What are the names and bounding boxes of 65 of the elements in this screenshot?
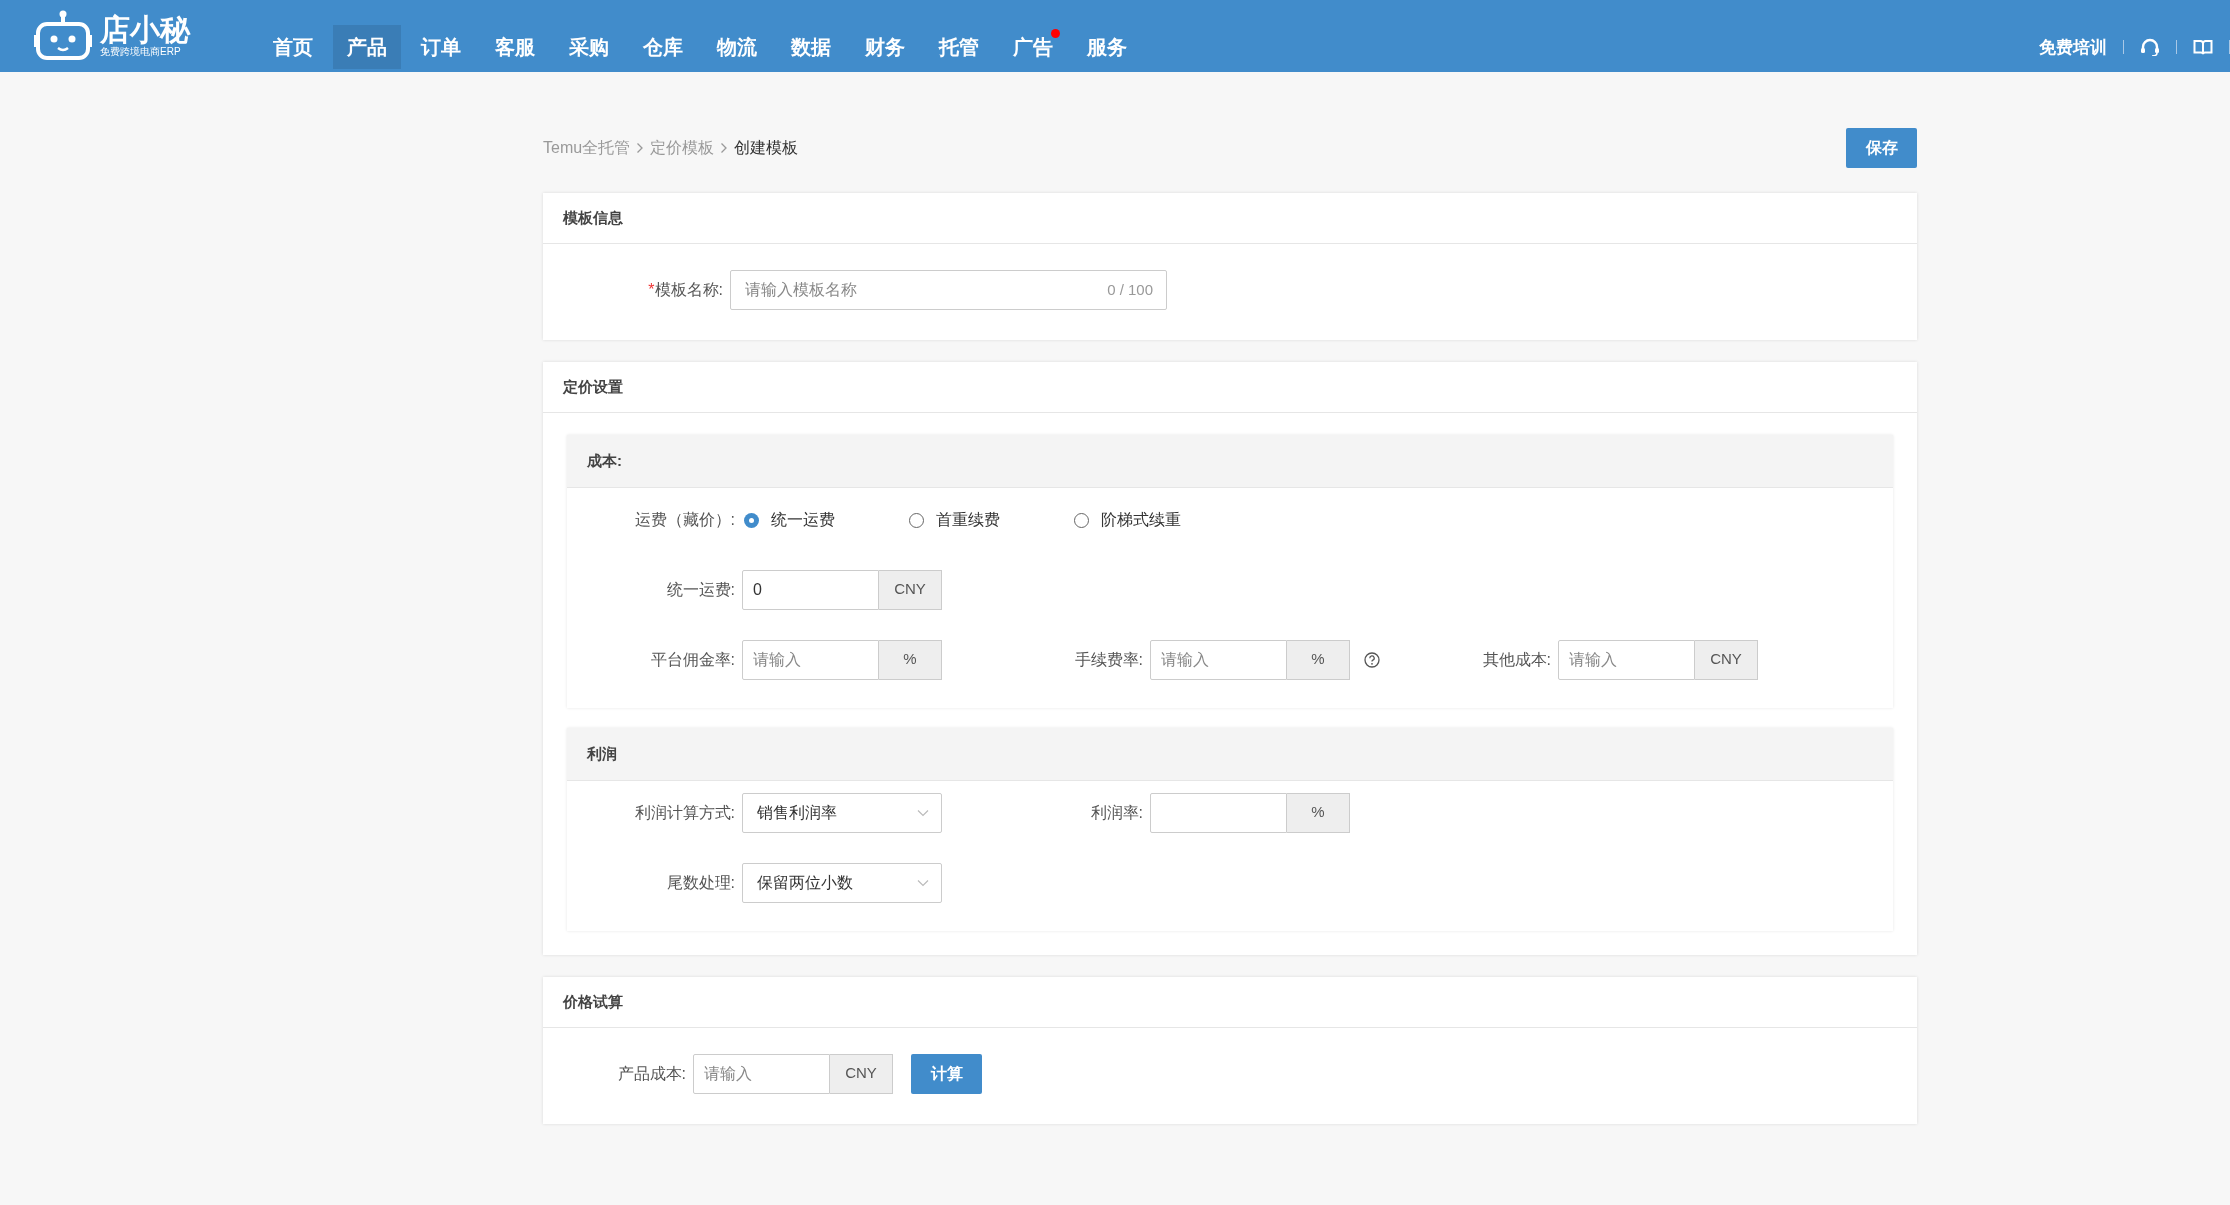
unit-addon: CNY — [879, 570, 942, 610]
nav-tab[interactable]: 首页 — [256, 25, 330, 69]
breadcrumb-current: 创建模板 — [734, 137, 799, 158]
chevron-down-icon — [917, 809, 929, 817]
robot-logo-icon — [34, 10, 92, 62]
input-field[interactable]: 请输入 — [1558, 640, 1695, 680]
field-label: 统一运费: — [666, 580, 735, 598]
char-counter: 0 / 100 — [1107, 281, 1153, 298]
field-label: 利润率: — [1090, 803, 1143, 821]
field-label: 尾数处理: — [666, 873, 735, 891]
unit-addon: % — [1287, 640, 1350, 680]
radio-option[interactable]: 首重续费 — [907, 509, 1072, 531]
unit-addon: % — [1287, 793, 1350, 833]
nav-tab[interactable]: 物流 — [700, 25, 774, 69]
save-button[interactable]: 保存 — [1846, 128, 1917, 168]
section-title: 定价设置 — [563, 377, 623, 397]
radio-circle[interactable] — [744, 512, 759, 528]
required-mark: * — [648, 280, 655, 298]
training-link[interactable]: 免费培训 — [2039, 35, 2107, 59]
input-field[interactable]: 请输入 — [693, 1054, 830, 1094]
nav-tab[interactable]: 订单 — [404, 25, 478, 69]
section-title: 模板信息 — [563, 208, 623, 228]
nav-tab[interactable]: 数据 — [774, 25, 848, 69]
nav-tab[interactable]: 客服 — [478, 25, 552, 69]
breadcrumb-link[interactable]: 定价模板 — [650, 137, 715, 159]
chevron-down-icon — [917, 879, 929, 887]
nav-tab[interactable]: 财务 — [848, 25, 922, 69]
unit-addon: % — [879, 640, 942, 680]
input-field[interactable]: 0 — [742, 570, 879, 610]
logo-tagline: 免费跨境电商ERP — [100, 46, 182, 58]
nav-tab[interactable]: 服务 — [1070, 25, 1144, 69]
nav-tab[interactable]: 产品 — [333, 25, 401, 69]
input-field[interactable] — [1150, 793, 1287, 833]
radio-label: 阶梯式续重 — [1101, 509, 1181, 530]
book-icon[interactable] — [2193, 39, 2213, 55]
breadcrumb-link[interactable]: Temu全托管 — [543, 137, 631, 159]
unit-addon: CNY — [1695, 640, 1758, 680]
headset-icon[interactable] — [2140, 38, 2160, 56]
radio-label: 统一运费 — [771, 509, 835, 530]
dropdown-select[interactable]: 保留两位小数 — [742, 863, 942, 903]
input-field[interactable]: 请输入 — [742, 640, 879, 680]
nav-tab[interactable]: 采购 — [552, 25, 626, 69]
section-title: 价格试算 — [563, 992, 623, 1012]
subsection-title: 成本: — [587, 451, 622, 471]
logo-name: 店小秘 — [100, 14, 190, 46]
field-label: 其他成本: — [1482, 650, 1551, 668]
calculate-button[interactable]: 计算 — [911, 1054, 982, 1094]
subsection-title: 利润 — [587, 744, 617, 764]
field-label: 平台佣金率: — [650, 650, 735, 668]
field-label: 产品成本: — [617, 1064, 686, 1082]
radio-label: 首重续费 — [936, 509, 1000, 530]
unit-addon: CNY — [830, 1054, 893, 1094]
input-field[interactable]: 请输入 — [1150, 640, 1287, 680]
nav-tab[interactable]: 广告 — [996, 25, 1070, 69]
field-label: 手续费率: — [1074, 650, 1143, 668]
dropdown-select[interactable]: 销售利润率 — [742, 793, 942, 833]
radio-option[interactable]: 统一运费 — [742, 509, 907, 531]
field-label: 模板名称: — [654, 280, 723, 298]
chevron-right-icon — [636, 142, 645, 154]
nav-tab[interactable]: 托管 — [922, 25, 996, 69]
chevron-right-icon — [720, 142, 729, 154]
radio-option[interactable]: 阶梯式续重 — [1072, 509, 1237, 531]
nav-tab[interactable]: 仓库 — [626, 25, 700, 69]
field-label: 运费（藏价）: — [634, 510, 735, 528]
field-label: 利润计算方式: — [634, 803, 735, 821]
